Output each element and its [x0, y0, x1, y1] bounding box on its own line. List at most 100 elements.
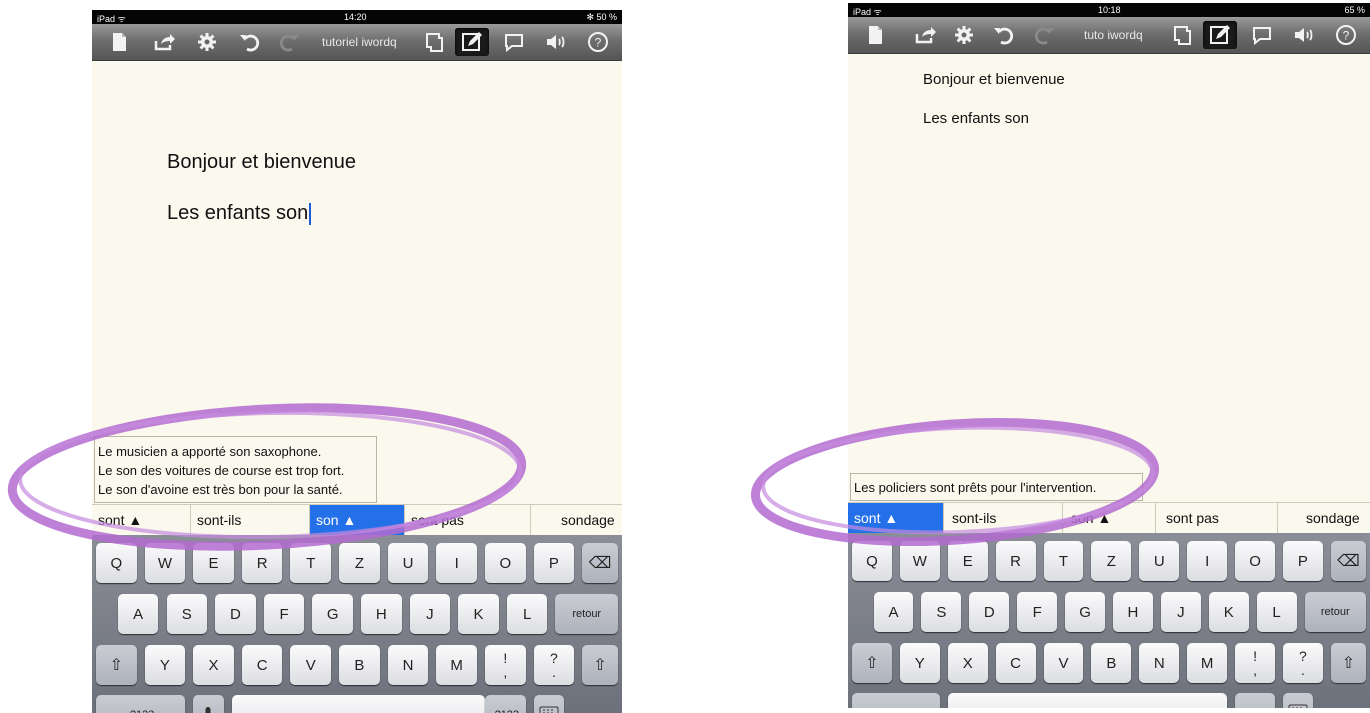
numbers-key[interactable]: .?123: [96, 695, 186, 713]
numbers-key[interactable]: .?123: [852, 693, 940, 708]
shift-key-right[interactable]: ⇧: [582, 645, 618, 685]
document-title: tuto iwordq: [1084, 28, 1143, 42]
key-d[interactable]: D: [215, 594, 256, 634]
prediction-item[interactable]: sondage: [1278, 503, 1370, 533]
status-bar: iPad ᯤ 10:18 65 %: [848, 3, 1370, 17]
speaker-icon[interactable]: [1292, 23, 1316, 47]
key-y[interactable]: Y: [144, 645, 186, 685]
key-v[interactable]: V: [290, 645, 332, 685]
delete-key[interactable]: ⌫: [1330, 541, 1366, 581]
speaker-icon[interactable]: [544, 30, 568, 54]
key-s[interactable]: S: [166, 594, 208, 634]
numbers-key-right[interactable]: .?123: [484, 695, 526, 713]
punct2-top-char: ?: [1299, 648, 1307, 664]
edit-pencil-icon[interactable]: [1208, 23, 1232, 47]
shift-key-left[interactable]: ⇧: [852, 643, 892, 683]
key-l[interactable]: L: [1256, 592, 1297, 632]
punct2-key[interactable]: ?.: [533, 645, 575, 685]
key-n[interactable]: N: [1139, 643, 1180, 683]
speech-bubble-icon[interactable]: [502, 30, 526, 54]
punct1-key[interactable]: !,: [1235, 643, 1275, 683]
new-document-icon[interactable]: [863, 23, 887, 47]
toolbar: tuto iwordq ?: [848, 17, 1370, 54]
keyboard-hide-icon: [1288, 704, 1308, 708]
document-title: tutoriel iwordq: [322, 35, 397, 49]
document-line-2[interactable]: Les enfants son: [923, 110, 1029, 127]
microphone-icon: [205, 707, 211, 713]
key-p[interactable]: P: [1283, 541, 1323, 581]
shift-key-left[interactable]: ⇧: [96, 645, 137, 685]
key-o[interactable]: O: [1235, 541, 1275, 581]
key-m[interactable]: M: [1187, 643, 1228, 683]
document-line-1[interactable]: Bonjour et bienvenue: [923, 71, 1065, 88]
undo-icon[interactable]: [237, 30, 261, 54]
speech-bubble-icon[interactable]: [1250, 23, 1274, 47]
punct1-key[interactable]: !,: [484, 645, 526, 685]
key-j[interactable]: J: [1160, 592, 1201, 632]
key-g[interactable]: G: [1065, 592, 1105, 632]
key-k[interactable]: K: [458, 594, 499, 634]
space-bar[interactable]: [232, 695, 485, 713]
key-y[interactable]: Y: [899, 643, 940, 683]
text-caret: [309, 202, 312, 225]
key-n[interactable]: N: [387, 645, 429, 685]
key-k[interactable]: K: [1208, 592, 1249, 632]
status-battery: ✻ 50 %: [586, 12, 617, 22]
key-c[interactable]: C: [995, 643, 1036, 683]
prediction-panel-icon[interactable]: [422, 30, 446, 54]
space-bar[interactable]: [947, 693, 1228, 708]
key-h[interactable]: H: [361, 594, 402, 634]
undo-icon[interactable]: [991, 23, 1015, 47]
key-d[interactable]: D: [969, 592, 1010, 632]
prediction-item[interactable]: sont pas: [1156, 503, 1278, 533]
key-v[interactable]: V: [1043, 643, 1084, 683]
key-x[interactable]: X: [947, 643, 988, 683]
share-icon[interactable]: [152, 30, 176, 54]
microphone-key[interactable]: [193, 695, 224, 713]
share-icon[interactable]: [913, 23, 937, 47]
key-a[interactable]: A: [117, 594, 159, 634]
key-b[interactable]: B: [339, 645, 380, 685]
key-m[interactable]: M: [436, 645, 477, 685]
hide-keyboard-key[interactable]: [1283, 693, 1313, 708]
shift-key-right[interactable]: ⇧: [1330, 643, 1366, 683]
return-key[interactable]: retour: [555, 594, 618, 634]
key-c[interactable]: C: [241, 645, 283, 685]
hide-keyboard-key[interactable]: [533, 695, 565, 713]
key-g[interactable]: G: [312, 594, 353, 634]
key-a[interactable]: A: [873, 592, 914, 632]
key-j[interactable]: J: [409, 594, 451, 634]
help-icon[interactable]: ?: [1334, 23, 1358, 47]
key-s[interactable]: S: [921, 592, 962, 632]
punct2-key[interactable]: ?.: [1283, 643, 1323, 683]
status-battery: 65 %: [1344, 5, 1365, 15]
return-key[interactable]: retour: [1304, 592, 1366, 632]
status-time: 14:20: [344, 12, 367, 22]
settings-gear-icon[interactable]: [952, 23, 976, 47]
status-time: 10:18: [1098, 5, 1121, 15]
punct2-bottom-char: .: [1300, 662, 1305, 678]
highlight-circle-left: [7, 403, 527, 551]
punct1-bottom-char: ,: [503, 664, 508, 680]
edit-pencil-icon[interactable]: [460, 30, 484, 54]
numbers-key-right[interactable]: .?123: [1235, 693, 1275, 708]
redo-icon[interactable]: [1033, 23, 1057, 47]
key-f[interactable]: F: [1017, 592, 1058, 632]
new-document-icon[interactable]: [107, 30, 131, 54]
key-x[interactable]: X: [193, 645, 234, 685]
punct2-top-char: ?: [550, 650, 558, 666]
key-l[interactable]: L: [506, 594, 548, 634]
punct1-top-char: !: [1253, 648, 1257, 664]
document-line-1[interactable]: Bonjour et bienvenue: [167, 151, 356, 174]
key-b[interactable]: B: [1091, 643, 1132, 683]
highlight-circle-right: [750, 417, 1160, 547]
prediction-panel-icon[interactable]: [1170, 23, 1194, 47]
key-f[interactable]: F: [263, 594, 305, 634]
redo-icon[interactable]: [278, 30, 302, 54]
document-line-2[interactable]: Les enfants son: [167, 202, 312, 225]
key-i[interactable]: I: [1187, 541, 1228, 581]
svg-text:?: ?: [595, 36, 602, 50]
help-icon[interactable]: ?: [586, 30, 610, 54]
key-h[interactable]: H: [1113, 592, 1153, 632]
settings-gear-icon[interactable]: [195, 30, 219, 54]
